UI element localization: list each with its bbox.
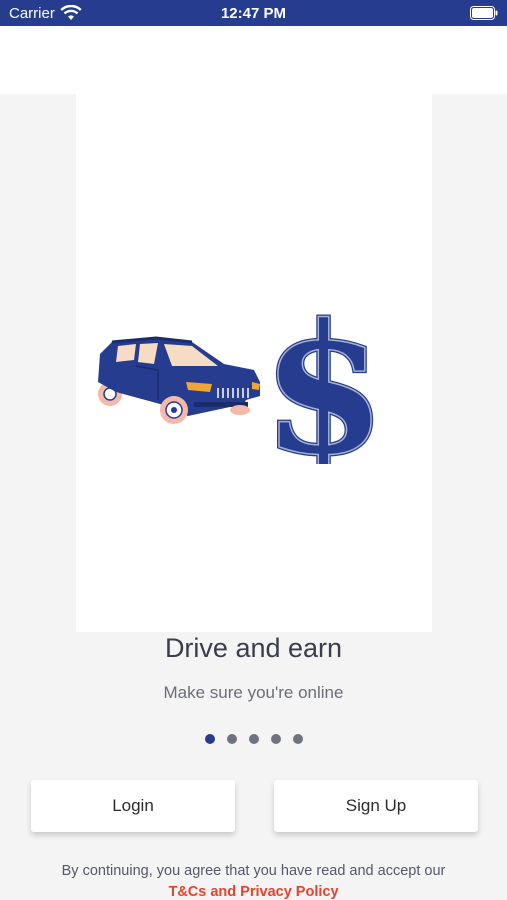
slide-title: Drive and earn <box>164 633 343 663</box>
svg-text:$: $ <box>262 304 386 464</box>
page-dot-2[interactable] <box>226 734 237 744</box>
car-money-illustration: $ $ <box>98 304 388 464</box>
page-indicator[interactable] <box>0 734 507 744</box>
slide-subtitle: Make sure you're online <box>163 683 344 702</box>
battery-icon <box>470 6 498 20</box>
page-dot-1[interactable] <box>204 734 215 744</box>
car-icon <box>98 336 260 424</box>
dollar-icon: $ $ <box>260 304 388 464</box>
page-dot-3[interactable] <box>248 734 259 744</box>
onboarding-slide[interactable]: $ $ <box>76 94 432 632</box>
terms-privacy-link[interactable]: T&Cs and Privacy Policy <box>0 884 507 900</box>
clock: 12:47 PM <box>220 5 287 22</box>
page-dot-4[interactable] <box>270 734 281 744</box>
header-area <box>0 26 507 94</box>
login-button[interactable]: Login <box>31 780 235 832</box>
signup-button[interactable]: Sign Up <box>274 780 478 832</box>
status-bar: Carrier 12:47 PM <box>0 0 507 26</box>
page-dot-5[interactable] <box>292 734 303 744</box>
legal-text: By continuing, you agree that you have r… <box>61 863 446 879</box>
